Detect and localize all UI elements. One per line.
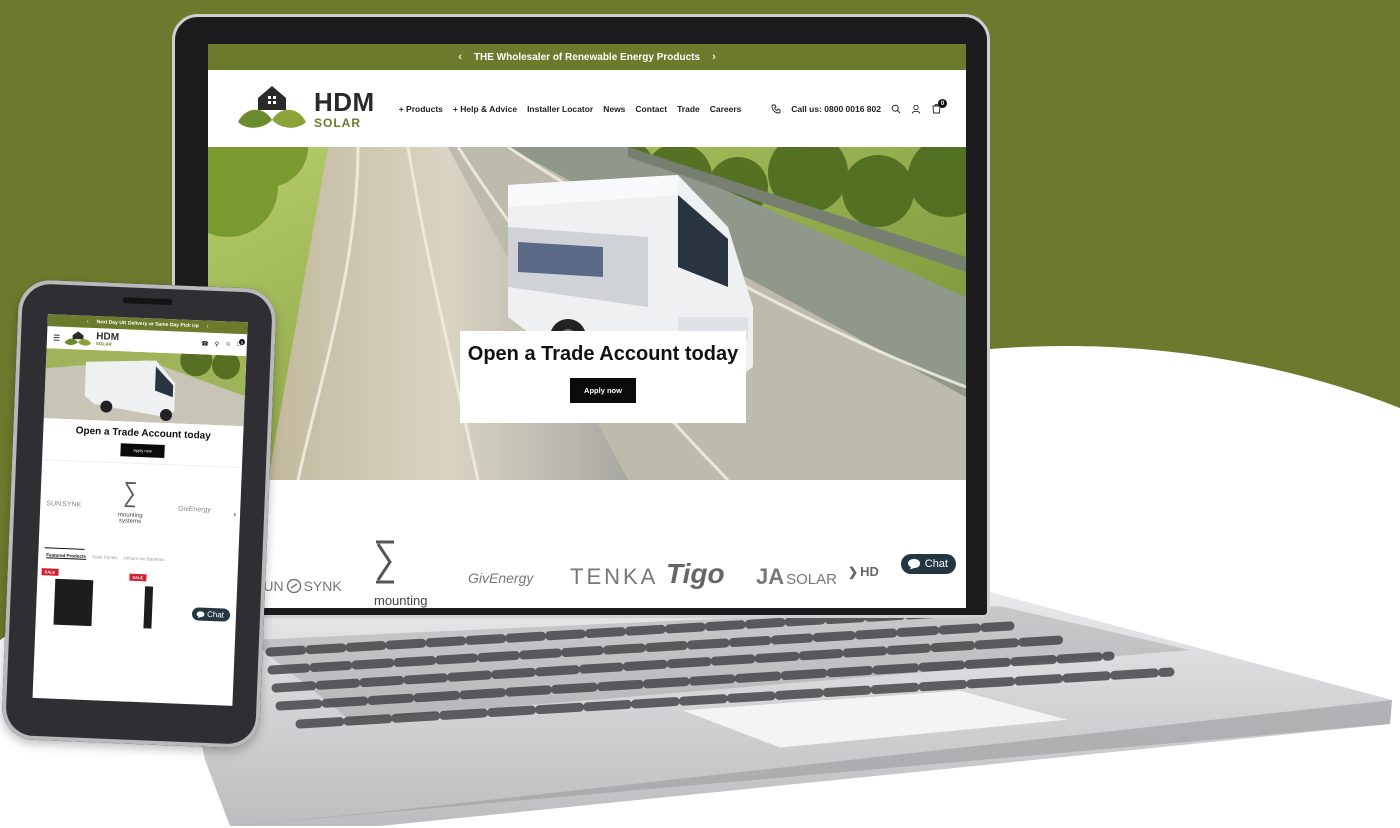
desktop-website: ‹ THE Wholesaler of Renewable Energy Pro… [208,44,966,608]
hero-banner: Open a Trade Account today Apply now [208,147,966,480]
brand-text: JA [756,564,785,589]
leaf-house-logo-icon [238,85,306,128]
tab-solar-panels[interactable]: Solar Panels [92,554,118,561]
chevron-right-icon[interactable]: › [712,51,716,63]
leaf-house-logo-icon [64,331,92,346]
chevron-right-icon[interactable]: › [233,510,236,519]
announcement-text: THE Wholesaler of Renewable Energy Produ… [473,51,701,63]
mobile-phone: ‹ Next Day UK Delivery or Same Day Pick … [0,279,278,749]
mobile-logo-text[interactable]: HDM SOLAR [95,331,119,347]
brand-text: mounting [374,593,428,608]
chat-label: Chat [924,558,948,570]
chat-bubble-icon [196,610,205,618]
product-image[interactable] [143,586,154,629]
nav-label: Help & Advice [460,103,518,114]
header-actions: Call us: 0800 0016 802 0 [771,99,947,114]
mobile-chat-button[interactable]: Chat [191,607,231,622]
mobile-brand-logos: SUN SYNK mounting systems GivEnergy › [38,459,242,561]
brand-text: SOLAR [786,571,837,588]
chevron-left-icon[interactable]: ‹ [458,51,462,63]
chat-button[interactable]: Chat [900,554,956,574]
sunsynk-mark-icon [286,578,301,594]
account-icon[interactable]: ☺ [225,341,231,347]
brand-logo-sunsynk[interactable]: SUN SYNK [254,578,342,594]
site-logo[interactable]: HDM SOLAR [236,84,375,134]
nav-item-products[interactable]: + Products [399,104,443,114]
brand-logo-sunsynk[interactable]: SUN SYNK [46,500,81,508]
nav-item-help[interactable]: + Help & Advice [453,104,517,114]
mobile-hero-title: Open a Trade Account today [75,425,212,442]
account-icon[interactable] [911,104,921,114]
cart-count-badge: 0 [938,99,947,108]
chevron-left-icon[interactable]: ‹ [87,319,89,325]
brand-text: SUN [46,500,62,508]
nav-item-careers[interactable]: Careers [710,104,742,114]
brand-logo-mounting-systems[interactable]: mounting [374,540,427,608]
brand-text: SYNK [61,500,82,509]
cart-icon[interactable]: 0 [931,99,947,114]
hero-card: Open a Trade Account today Apply now [460,331,746,423]
mobile-hero-image [43,348,247,427]
sigma-logo-icon [124,481,137,508]
hero-image-van-on-motorway [43,348,247,427]
main-nav: + Products + Help & Advice Installer Loc… [399,104,742,114]
brand-logo-givenergy[interactable]: GivEnergy [178,506,211,514]
brand-logo-tenka[interactable]: TENKA [570,564,658,590]
logo-sub: SOLAR [314,115,361,130]
nav-item-trade[interactable]: Trade [677,104,700,114]
chevron-right-icon[interactable]: › [207,324,209,330]
cart-icon[interactable]: □ 0 [237,338,246,348]
nav-item-contact[interactable]: Contact [635,104,667,114]
chat-bubble-icon [907,559,920,570]
cart-count-badge: 0 [238,338,246,346]
chat-label: Chat [206,609,225,620]
phone-number[interactable]: Call us: 0800 0016 802 [791,104,881,114]
hamburger-menu-icon[interactable]: ☰ [53,333,61,342]
brand-logo-jasolar[interactable]: JA SOLAR [756,564,837,590]
sale-badge: SALE [41,568,59,576]
announcement-bar: ‹ THE Wholesaler of Renewable Energy Pro… [208,44,966,70]
brand-text: HD [860,564,879,579]
carousel-progress [44,546,85,550]
brand-logo-givenergy[interactable]: GivEnergy [468,570,533,586]
logo-name: HDM [314,86,375,117]
nav-label: Products [406,103,443,114]
search-icon[interactable] [891,104,901,114]
phone-icon[interactable]: ☎ [201,340,209,347]
brand-text: systems [118,518,142,526]
nav-item-news[interactable]: News [603,104,625,114]
mobile-announcement-text: Next Day UK Delivery or Same Day Pick Up [96,319,199,330]
brand-logos-strip: SUN SYNK mounting GivEnergy TENKA Tigo J… [208,480,966,608]
phone-icon[interactable] [771,104,781,114]
product-image[interactable] [53,578,94,627]
mobile-website: ‹ Next Day UK Delivery or Same Day Pick … [32,314,248,706]
brand-logo-hd[interactable]: ❯ HD [848,564,879,579]
site-header: HDM SOLAR + Products + Help & Advice Ins… [208,70,966,147]
brand-logo-mounting-systems[interactable]: mounting systems [118,481,144,525]
chevron-logo-icon: ❯ [848,564,859,579]
sale-badge: SALE [129,573,147,582]
phone-speaker [122,297,173,306]
apply-now-button[interactable]: Apply now [570,378,636,403]
nav-item-installer-locator[interactable]: Installer Locator [527,104,593,114]
search-icon[interactable]: ⚲ [215,340,220,347]
brand-logo-tigo[interactable]: Tigo [666,558,725,590]
mobile-apply-now-button[interactable]: Apply now [120,443,165,458]
brand-text: SYNK [303,578,342,594]
logo-sub: SOLAR [95,340,112,347]
mobile-product-grid: SALE SALE Chat [36,564,238,632]
hero-image-van-on-motorway [208,147,966,480]
sigma-logo-icon [376,540,394,584]
hero-title: Open a Trade Account today [467,343,739,365]
